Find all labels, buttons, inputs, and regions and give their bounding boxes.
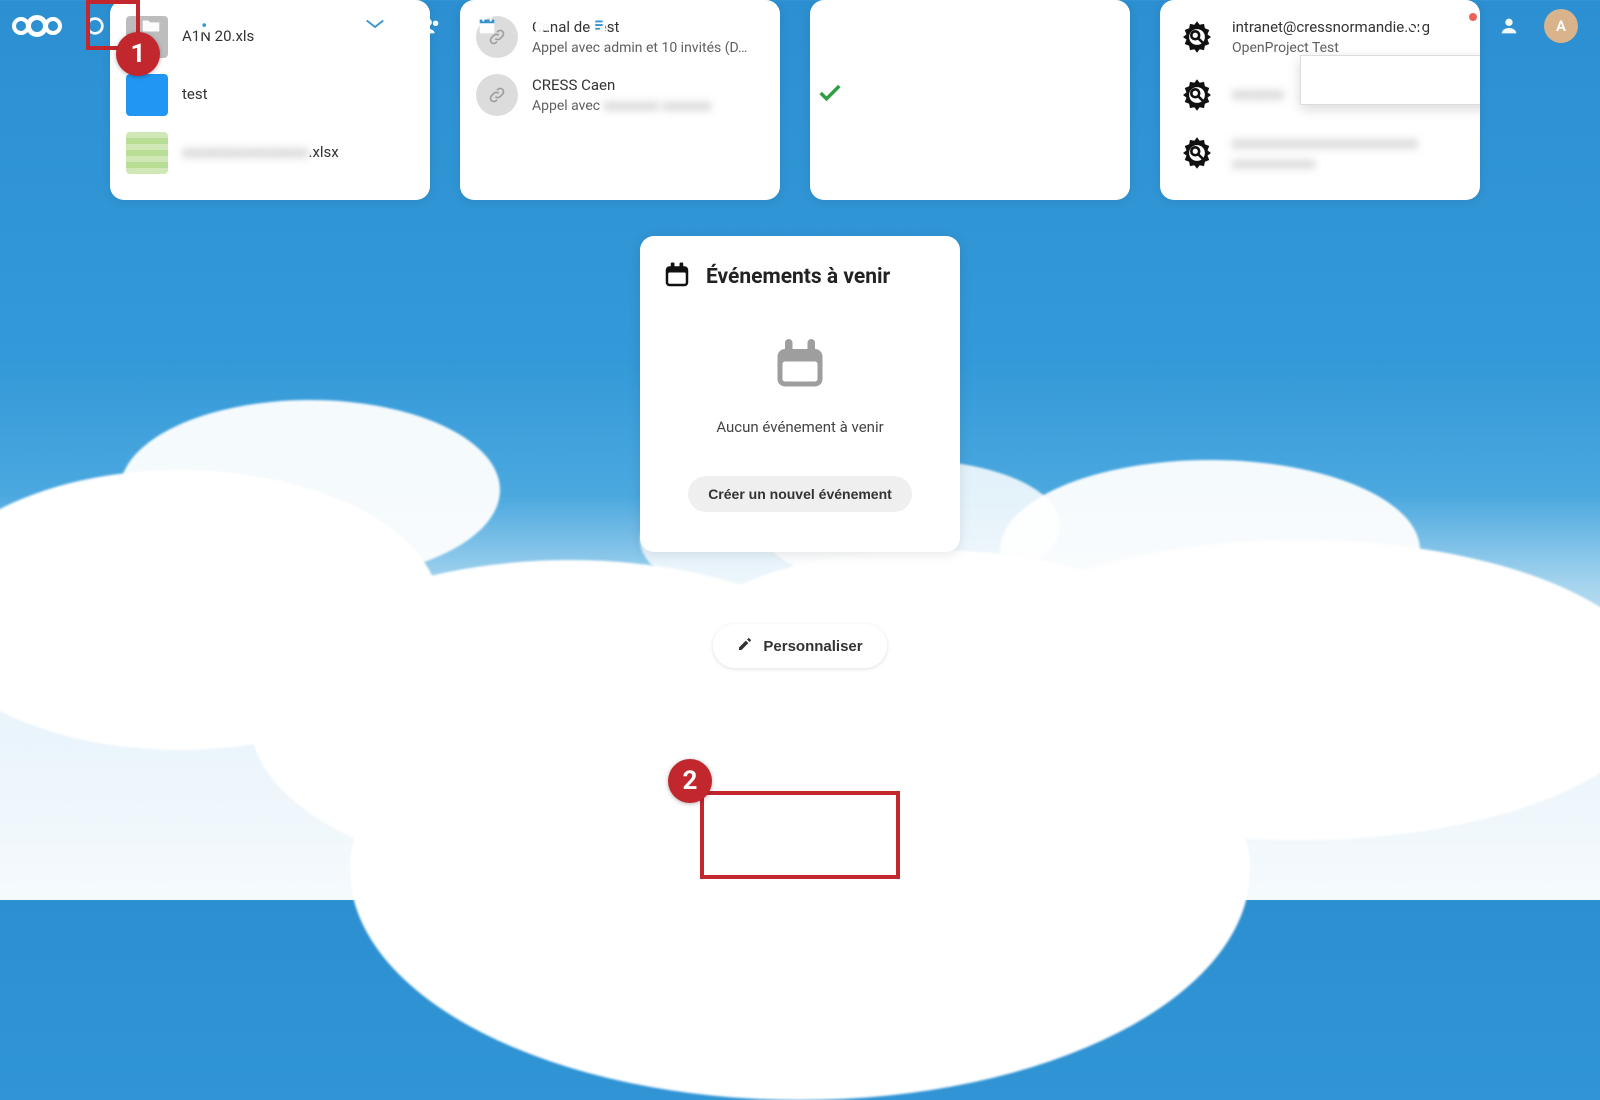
calendar-icon: [662, 260, 692, 294]
spreadsheet-icon: [126, 132, 168, 174]
events-empty-text: Aucun événement à venir: [662, 418, 938, 436]
events-title: Événements à venir: [706, 265, 890, 289]
list-item[interactable]: xxxxxxxxxxxxxxxxxxxxxxxxx xxxxxxxxxxxx: [1176, 124, 1464, 182]
world-icon[interactable]: [756, 15, 778, 37]
notes-icon[interactable]: [588, 15, 610, 37]
search-icon[interactable]: [1406, 15, 1428, 37]
gear-search-icon: [1176, 74, 1218, 116]
spreed-icon[interactable]: [532, 15, 554, 37]
gear-search-icon: [1176, 132, 1218, 174]
file-name: test: [182, 85, 208, 105]
personalize-button[interactable]: Personnaliser: [713, 624, 886, 668]
calendar-icon[interactable]: [476, 15, 498, 37]
list-item[interactable]: test: [126, 66, 414, 124]
check-icon: [816, 79, 844, 111]
link-icon: [476, 74, 518, 116]
op-title: xxxxxxx: [1232, 85, 1284, 105]
activity-icon[interactable]: [252, 15, 274, 37]
nextcloud-logo[interactable]: [14, 15, 60, 37]
file-name: xxxxxxxxxxxxxxxxx.xlsx: [182, 143, 339, 163]
op-sub: xxxxxxxxxxxx: [1232, 156, 1418, 172]
upcoming-events-card: Événements à venir Aucun événement à ven…: [640, 236, 960, 552]
tooltip: [1300, 55, 1480, 105]
personalize-label: Personnaliser: [763, 638, 862, 655]
op-title: xxxxxxxxxxxxxxxxxxxxxxxxx: [1232, 134, 1418, 154]
tasks-icon[interactable]: [700, 15, 722, 37]
avatar-initial: A: [1556, 17, 1566, 35]
dashboard-icon[interactable]: [84, 15, 106, 37]
conversation-title: CRESS Caen: [532, 76, 711, 96]
list-item[interactable]: CRESS Caen Appel avec xxxxxxxx xxxxxxx: [476, 66, 764, 124]
calendar-empty-icon: [770, 334, 830, 394]
mail-icon[interactable]: [364, 15, 386, 37]
pencil-icon: [737, 636, 753, 656]
top-bar: A: [0, 0, 1600, 52]
folder-icon: [126, 74, 168, 116]
notifications-icon[interactable]: [1452, 15, 1474, 37]
avatar[interactable]: A: [1544, 9, 1578, 43]
annotation-box-2: [700, 791, 900, 879]
talk-icon[interactable]: [308, 15, 330, 37]
contacts-menu-icon[interactable]: [1498, 15, 1520, 37]
conversation-sub: Appel avec xxxxxxxx xxxxxxx: [532, 98, 711, 114]
annotation-badge-2: 2: [668, 759, 712, 803]
list-item[interactable]: xxxxxxxxxxxxxxxxx.xlsx: [126, 124, 414, 182]
create-event-button[interactable]: Créer un nouvel événement: [688, 476, 912, 512]
analytics-icon[interactable]: [644, 15, 666, 37]
app-nav: [84, 15, 778, 37]
photos-icon[interactable]: [196, 15, 218, 37]
files-icon[interactable]: [140, 15, 162, 37]
contacts-icon[interactable]: [420, 15, 442, 37]
